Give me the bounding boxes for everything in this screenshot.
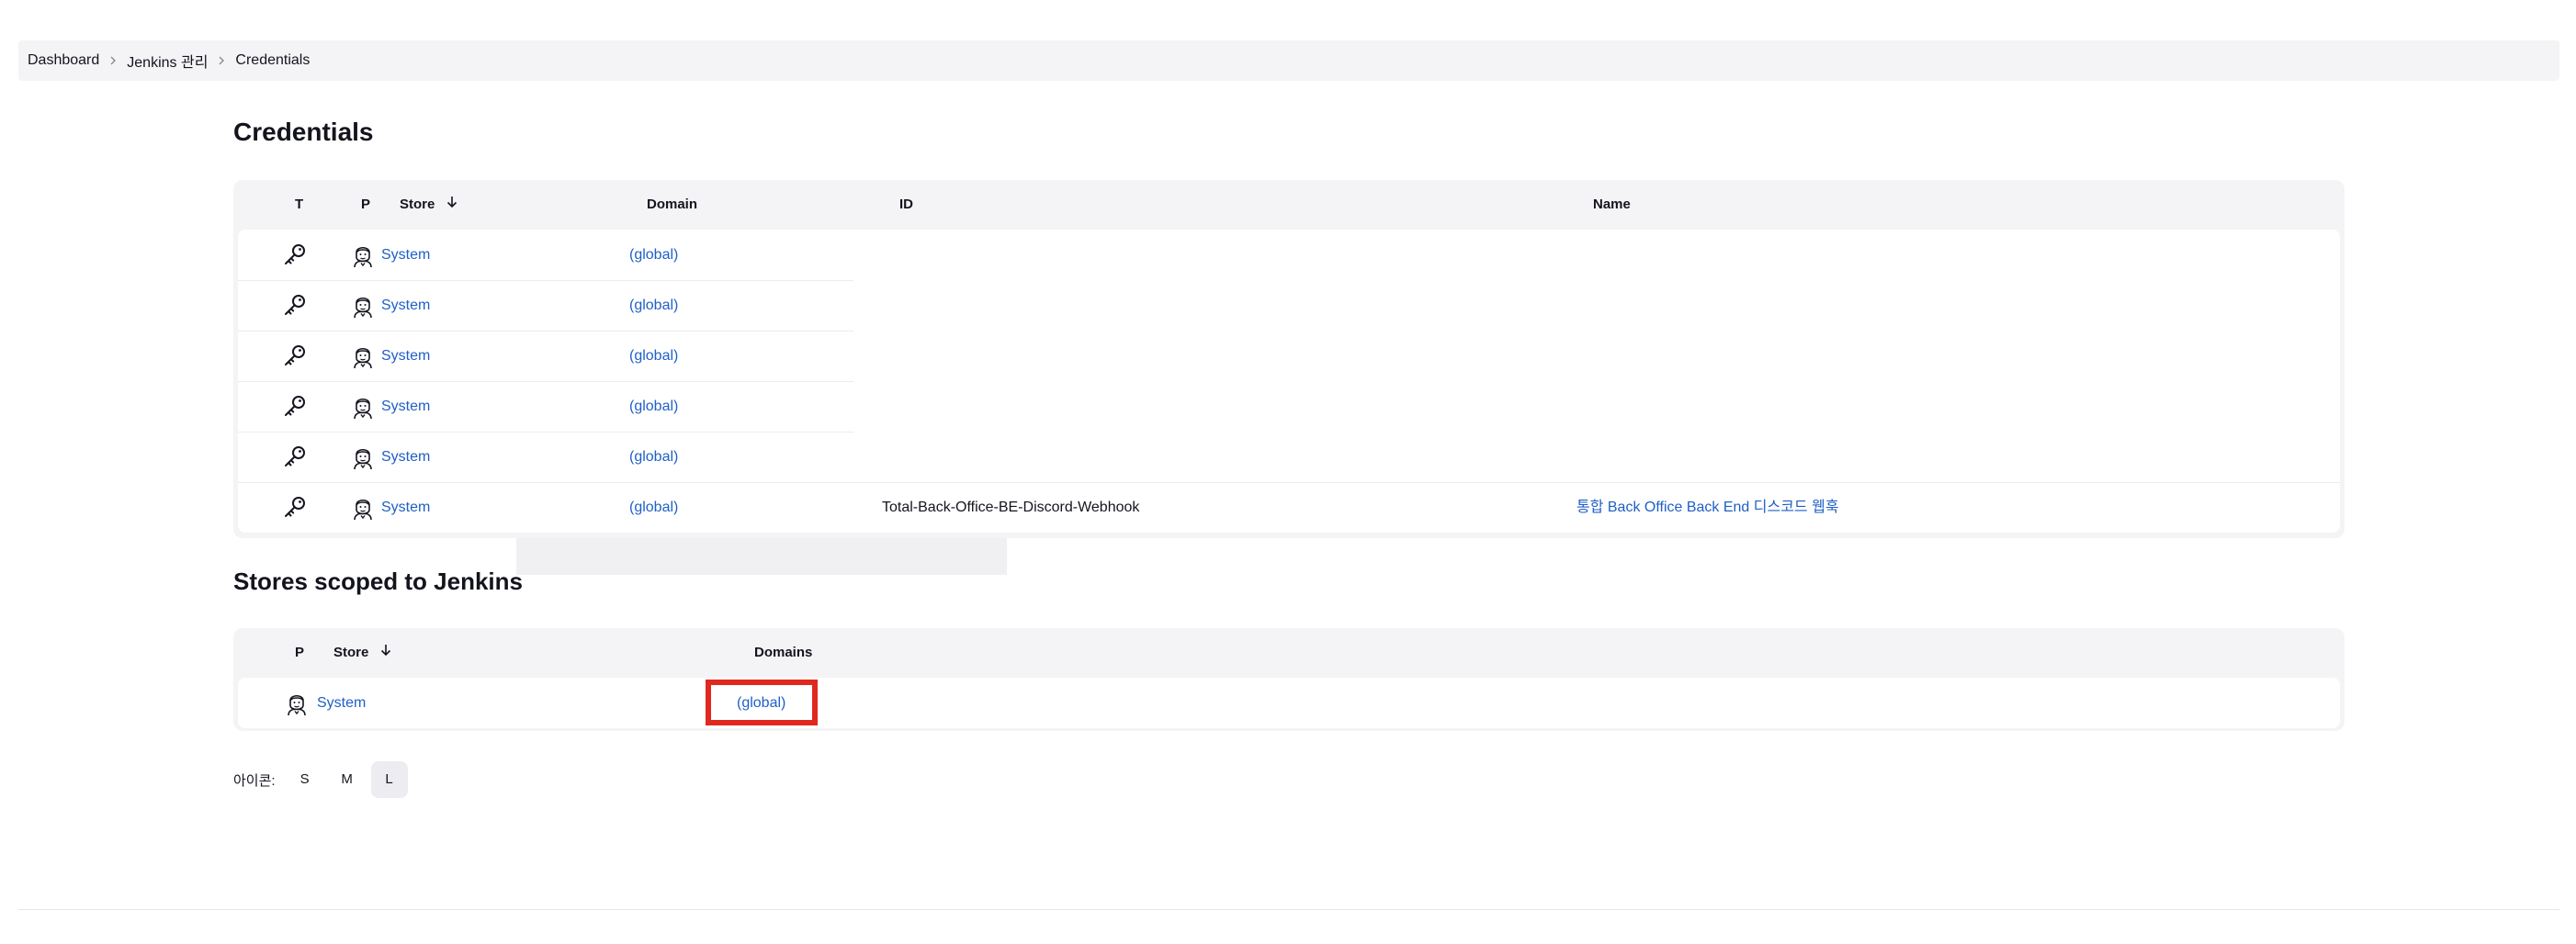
domain-link[interactable]: (global)	[629, 381, 678, 432]
tooltip-placeholder	[516, 538, 1007, 575]
page-title: Credentials	[233, 118, 374, 146]
store-link[interactable]: System	[381, 331, 430, 381]
domain-link[interactable]: (global)	[629, 280, 678, 331]
arrow-down-icon	[446, 180, 458, 230]
page: Dashboard Jenkins 관리 Credentials Credent…	[0, 0, 2576, 944]
breadcrumb-manage-jenkins[interactable]: Jenkins 관리	[127, 50, 208, 72]
jenkins-butler-icon	[278, 678, 315, 728]
row-divider	[238, 432, 853, 433]
icon-size-label: 아이콘:	[233, 772, 276, 789]
jenkins-butler-icon	[345, 280, 381, 331]
row-divider	[238, 331, 853, 332]
store-link[interactable]: System	[381, 381, 430, 432]
stores-table-header: P Store Domains	[238, 628, 2340, 678]
table-row: System (global)	[238, 678, 2340, 728]
jenkins-butler-icon	[345, 230, 381, 280]
credentials-table: T P Store Domain ID Name System (global) S…	[233, 180, 2344, 538]
table-row: System (global)	[238, 381, 2340, 432]
arrow-down-icon	[380, 628, 391, 678]
icon-size-switcher: 아이콘: S M L	[233, 760, 413, 799]
column-header-store-label: Store	[400, 197, 435, 212]
key-icon	[277, 230, 313, 280]
column-header-domains: Domains	[754, 645, 813, 660]
chevron-right-icon	[208, 55, 235, 66]
stores-table-body: System (global)	[238, 678, 2340, 728]
column-header-id[interactable]: ID	[899, 180, 913, 230]
credential-id: Total-Back-Office-BE-Discord-Webhook	[882, 500, 1140, 515]
store-link[interactable]: System	[381, 432, 430, 482]
key-icon	[277, 331, 313, 381]
key-icon	[277, 280, 313, 331]
table-row: System (global)	[238, 331, 2340, 381]
column-header-store[interactable]: Store	[400, 180, 458, 230]
jenkins-butler-icon	[345, 482, 381, 533]
jenkins-butler-icon	[345, 432, 381, 482]
credentials-table-header: T P Store Domain ID Name	[238, 180, 2340, 230]
stores-table: P Store Domains System (global)	[233, 628, 2344, 731]
column-header-domain[interactable]: Domain	[647, 180, 697, 230]
breadcrumb-dashboard[interactable]: Dashboard	[28, 52, 99, 69]
column-header-store[interactable]: Store	[333, 628, 391, 678]
icon-size-medium-button[interactable]: M	[329, 761, 366, 798]
table-row: System (global)	[238, 230, 2340, 280]
row-divider	[238, 280, 853, 281]
column-header-provider: P	[295, 645, 305, 660]
chevron-right-icon	[99, 55, 127, 66]
row-divider	[238, 381, 853, 382]
key-icon	[277, 381, 313, 432]
table-row: System (global)	[238, 432, 2340, 482]
icon-size-large-button[interactable]: L	[370, 761, 408, 798]
breadcrumb: Dashboard Jenkins 관리 Credentials	[18, 40, 2559, 81]
store-link[interactable]: System	[381, 280, 430, 331]
row-divider	[238, 482, 2340, 483]
domain-link[interactable]: (global)	[629, 432, 678, 482]
stores-title: Stores scoped to Jenkins	[233, 568, 523, 595]
column-header-store-label: Store	[333, 645, 369, 660]
store-link[interactable]: System	[381, 230, 430, 280]
jenkins-butler-icon	[345, 331, 381, 381]
store-link[interactable]: System	[317, 678, 366, 728]
column-header-name[interactable]: Name	[1593, 180, 1631, 230]
credentials-table-body: System (global) System (global) System (globa…	[238, 230, 2340, 533]
footer-divider	[18, 909, 2559, 910]
store-link[interactable]: System	[381, 482, 430, 533]
domain-link[interactable]: (global)	[629, 331, 678, 381]
domain-link[interactable]: (global)	[629, 230, 678, 280]
key-icon	[277, 482, 313, 533]
table-row: System (global) Total-Back-Office-BE-Disco…	[238, 482, 2340, 533]
domain-link[interactable]: (global)	[629, 482, 678, 533]
credential-name-link[interactable]: 통합 Back Office Back End 디스코드 웹훅	[1576, 482, 1839, 533]
column-header-type: T	[295, 197, 304, 212]
jenkins-butler-icon	[345, 381, 381, 432]
breadcrumb-credentials[interactable]: Credentials	[235, 52, 310, 69]
key-icon	[277, 432, 313, 482]
column-header-provider: P	[361, 197, 371, 212]
table-row: System (global)	[238, 280, 2340, 331]
highlight-box	[706, 680, 818, 725]
icon-size-small-button[interactable]: S	[287, 761, 323, 798]
